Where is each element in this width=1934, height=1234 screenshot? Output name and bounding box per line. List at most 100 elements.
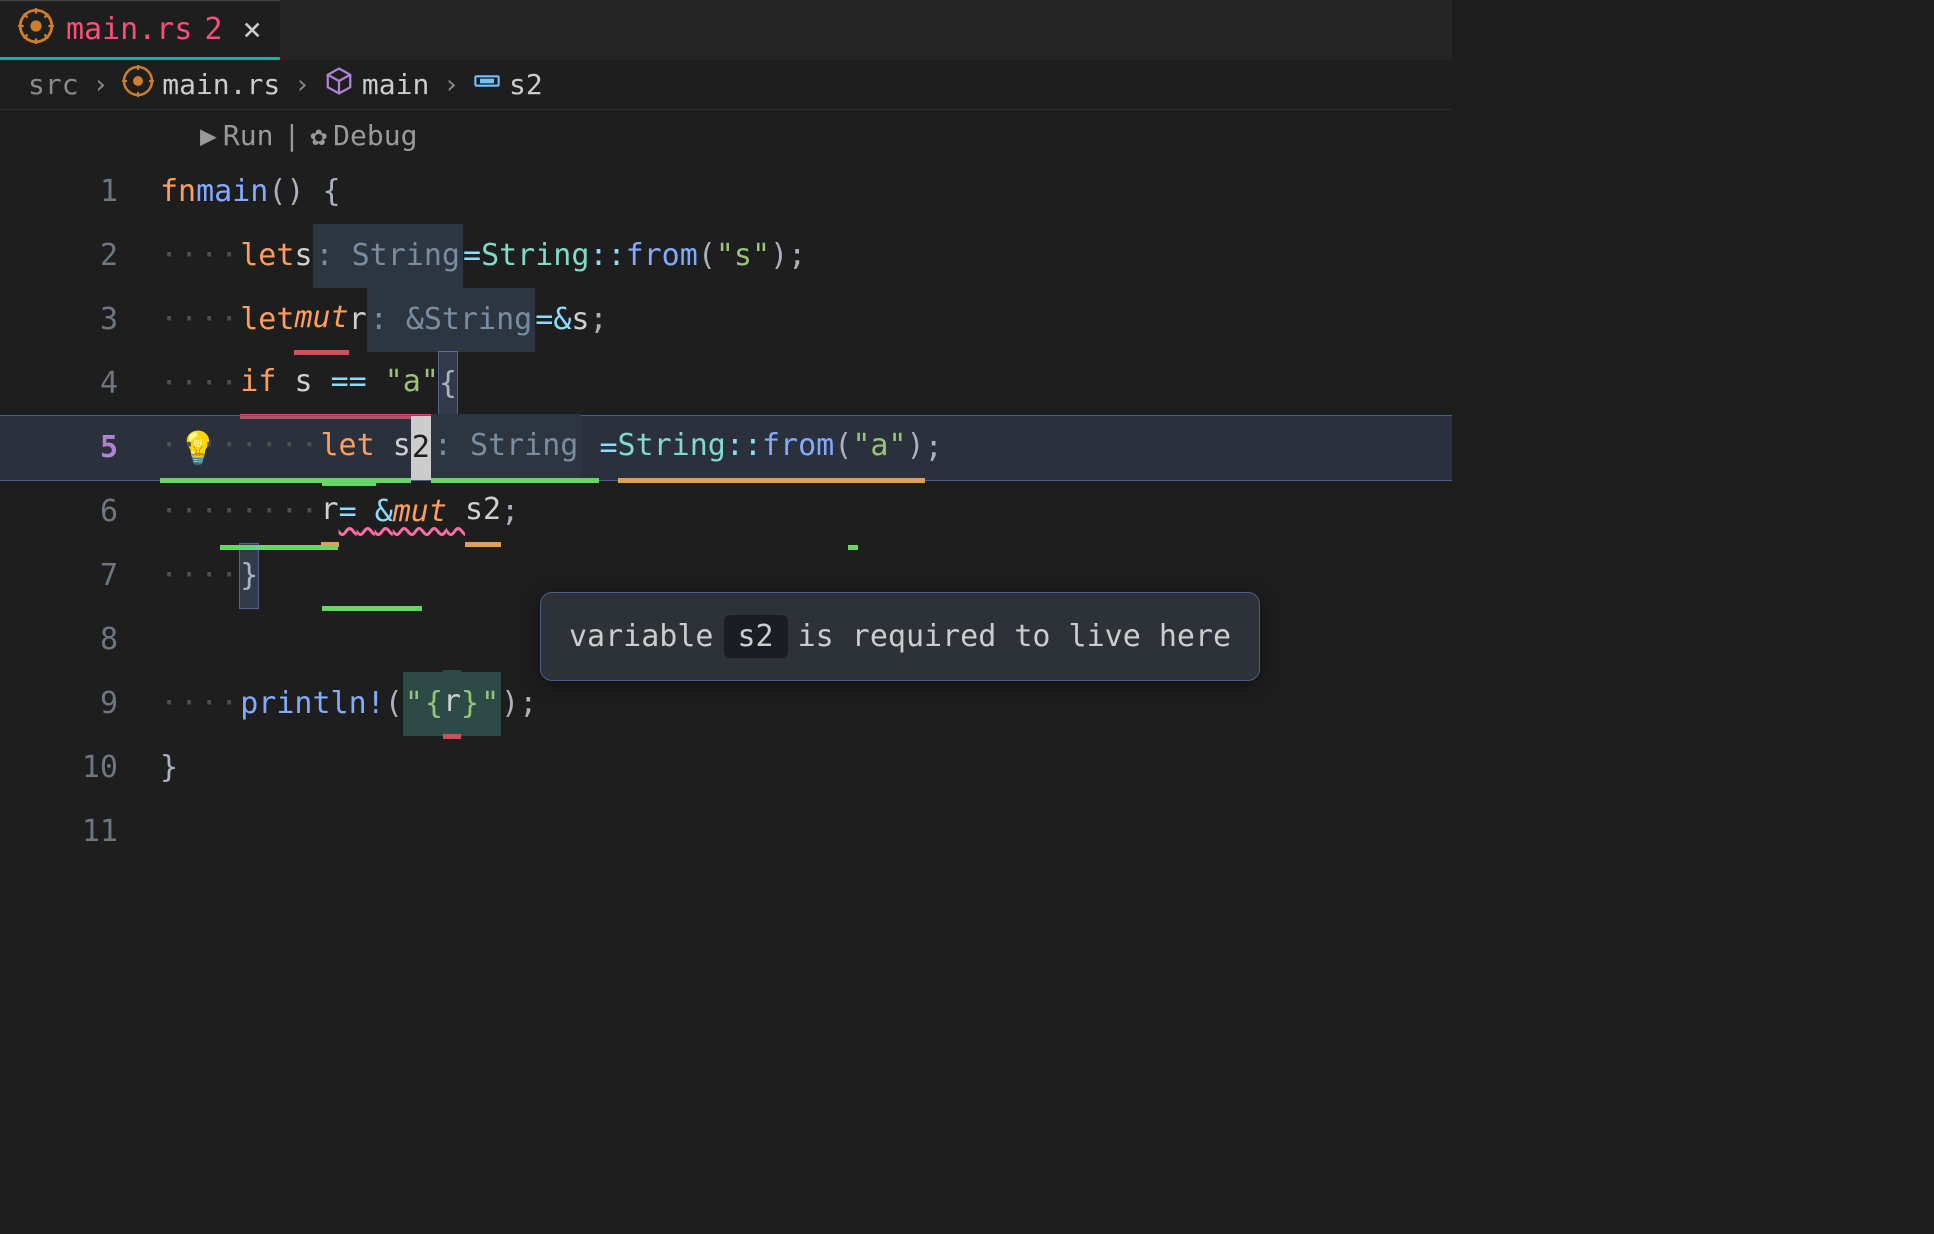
string-literal: { [425, 672, 443, 736]
brace-close: } [160, 736, 178, 800]
breadcrumb-file[interactable]: main.rs [122, 65, 280, 104]
line-content[interactable]: ····} [160, 544, 258, 608]
code-line[interactable]: 3 ····let mut r: &String = &s; [0, 288, 1452, 352]
punctuation: ( [834, 414, 852, 483]
tooltip-variable: s2 [724, 615, 788, 658]
tab-bar: main.rs 2 × [0, 0, 1452, 60]
string-literal: "a" [385, 350, 439, 419]
type-name: String [618, 414, 726, 483]
method-name: from [762, 414, 834, 483]
string-literal: " [403, 672, 425, 736]
punctuation: () { [268, 160, 340, 224]
codelens-run-label: Run [223, 119, 274, 152]
line-number: 3 [0, 288, 160, 352]
breadcrumb: src › main.rs › main › s2 [0, 60, 1452, 110]
type-hint: &String [406, 302, 532, 337]
line-content[interactable]: fn main() { [160, 160, 341, 224]
line-number: 10 [0, 736, 160, 800]
rust-file-icon [122, 65, 154, 104]
line-number: 2 [0, 224, 160, 288]
punctuation: ( [698, 224, 716, 288]
cursor-position: 2 [411, 416, 431, 480]
whitespace: ········ [160, 414, 321, 483]
variable: s [294, 350, 312, 419]
code-line-active[interactable]: 💡 5 ········let s2: String = String::fro… [0, 416, 1452, 480]
keyword-mut: mut [393, 480, 447, 544]
keyword-let: let [240, 224, 294, 288]
variable-icon [473, 67, 501, 102]
keyword-let: let [240, 288, 294, 352]
type-hint: String [470, 428, 578, 463]
line-number: 8 [0, 608, 160, 672]
codelens-debug[interactable]: ✿ Debug [310, 119, 417, 152]
operator: = [463, 224, 481, 288]
variable: s [393, 414, 411, 483]
line-content[interactable]: } [160, 736, 178, 800]
chevron-right-icon: › [443, 70, 459, 100]
code-line[interactable]: 6 ········r = &mut s2; [0, 480, 1452, 544]
string-literal: "s" [716, 224, 770, 288]
operator: :: [589, 224, 625, 288]
editor-container: main.rs 2 × src › main.rs › main › [0, 0, 1452, 926]
codelens: ▶ Run | ✿ Debug [200, 110, 1452, 160]
line-number: 6 [0, 480, 160, 544]
code-editor[interactable]: 1 fn main() { 2 ····let s: String = Stri… [0, 160, 1452, 864]
keyword-mut: mut [294, 286, 348, 355]
whitespace: ···· [160, 288, 240, 352]
macro-name: println! [240, 672, 385, 736]
line-content[interactable]: ····if s == "a" { [160, 350, 457, 419]
string-literal: " [479, 672, 501, 736]
variable: r [349, 288, 367, 352]
code-line[interactable]: 11 [0, 800, 1452, 864]
function-name: main [196, 160, 268, 224]
keyword-if: if [240, 350, 276, 419]
breadcrumb-var-text: s2 [509, 68, 543, 101]
whitespace: ···· [160, 672, 240, 736]
hover-tooltip: variable s2 is required to live here [540, 592, 1260, 681]
line-number: 7 [0, 544, 160, 608]
breadcrumb-variable[interactable]: s2 [473, 67, 543, 102]
punctuation: ; [519, 672, 537, 736]
variable: s [571, 288, 589, 352]
keyword-let: let [321, 414, 375, 483]
type-hint: String [352, 238, 460, 273]
code-line[interactable]: 10 } [0, 736, 1452, 800]
codelens-run[interactable]: ▶ Run [200, 119, 273, 152]
line-number: 11 [0, 800, 160, 864]
brace-open: { [439, 352, 457, 416]
code-line[interactable]: 9 ····println!("{r}"); [0, 672, 1452, 736]
colon: : [316, 238, 334, 273]
punctuation: ( [385, 672, 403, 736]
breadcrumb-fn-text: main [362, 68, 429, 101]
type-name: String [481, 224, 589, 288]
line-content[interactable]: ····let s: String = String::from("s"); [160, 224, 806, 288]
breadcrumb-function[interactable]: main [324, 66, 429, 104]
chevron-right-icon: › [93, 70, 109, 100]
code-line[interactable]: 1 fn main() { [0, 160, 1452, 224]
colon: : [434, 428, 452, 463]
line-content[interactable]: ········let s2: String = String::from("a… [160, 414, 943, 483]
chevron-right-icon: › [294, 70, 310, 100]
variable: s [294, 224, 312, 288]
operator: = [535, 288, 553, 352]
code-line[interactable]: 2 ····let s: String = String::from("s"); [0, 224, 1452, 288]
codelens-debug-label: Debug [333, 119, 417, 152]
tab-problems-badge: 2 [204, 12, 222, 47]
brace-close: } [240, 544, 258, 608]
operator: :: [726, 414, 762, 483]
whitespace: ···· [160, 352, 240, 416]
breadcrumb-file-text: main.rs [162, 68, 280, 101]
operator: = [339, 480, 357, 544]
method-name: from [626, 224, 698, 288]
play-icon: ▶ [200, 119, 217, 152]
gear-icon: ✿ [310, 119, 327, 152]
close-icon[interactable]: × [243, 10, 262, 48]
line-content[interactable]: ····let mut r: &String = &s; [160, 286, 608, 355]
line-number-current: 5 [0, 416, 160, 480]
line-content[interactable]: ········r = &mut s2; [160, 478, 519, 547]
tab-main-rs[interactable]: main.rs 2 × [0, 0, 280, 60]
line-content[interactable]: ····println!("{r}"); [160, 670, 537, 739]
whitespace: ···· [160, 224, 240, 288]
breadcrumb-src[interactable]: src [28, 68, 79, 101]
code-line[interactable]: 4 ····if s == "a" { [0, 352, 1452, 416]
